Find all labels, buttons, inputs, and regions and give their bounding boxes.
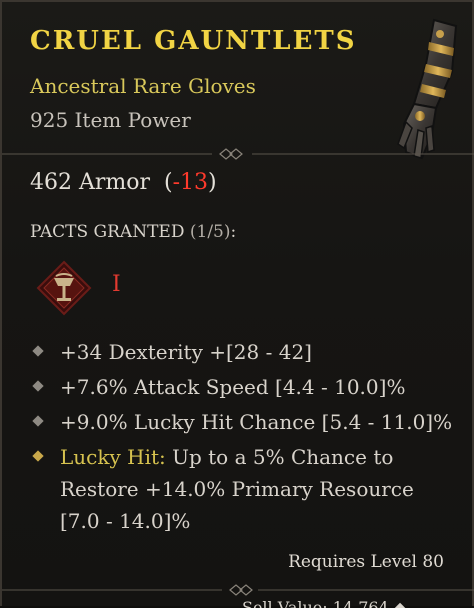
affix-list: +34 Dexterity +[28 - 42] +7.6% Attack Sp… (30, 336, 460, 540)
bottom-divider (2, 584, 474, 596)
affix-item: +9.0% Lucky Hit Chance [5.4 - 11.0]% (30, 406, 460, 438)
affix-text: +7.6% Attack Speed [4.4 - 10.0]% (60, 375, 406, 399)
diamond-bullet-icon (32, 345, 44, 357)
diamond-bullet-icon (32, 415, 44, 427)
armor-stat: 462 Armor (-13) (30, 170, 217, 195)
diamond-bullet-icon (32, 450, 44, 462)
item-name: CRUEL GAUNTLETS (30, 26, 357, 56)
diamond-bullet-icon (32, 380, 44, 392)
armor-value: 462 Armor (30, 170, 151, 195)
level-requirement: Requires Level 80 (288, 552, 444, 572)
armor-diff-open-paren: ( (157, 170, 173, 195)
affix-item: +7.6% Attack Speed [4.4 - 10.0]% (30, 371, 460, 403)
sell-value: Sell Value: 14,764 ◆ (242, 598, 407, 608)
item-power: 925 Item Power (30, 108, 191, 132)
pacts-count: (1/5) (189, 222, 231, 242)
top-divider (2, 148, 474, 160)
goblet-pact-icon (36, 260, 92, 316)
affix-item: +34 Dexterity +[28 - 42] (30, 336, 460, 368)
special-affix-line3: [7.0 - 14.0]% (60, 509, 191, 533)
gauntlet-icon (397, 18, 458, 160)
special-affix: Lucky Hit: Up to a 5% Chance to Restore … (30, 441, 460, 537)
pacts-label: PACTS GRANTED (30, 222, 185, 242)
special-affix-line1: Up to a 5% Chance to (165, 445, 394, 469)
special-affix-line2: Restore +14.0% Primary Resource (60, 477, 414, 501)
special-affix-prefix: Lucky Hit: (60, 445, 166, 469)
armor-diff: -13 (172, 170, 209, 195)
item-tooltip: CRUEL GAUNTLETS Ancestral Rare Gloves 92… (0, 0, 474, 608)
pacts-granted-label: PACTS GRANTED (1/5): (30, 222, 236, 242)
armor-diff-close-paren: ) (208, 170, 217, 195)
pacts-suffix: : (230, 222, 237, 242)
item-rarity-type: Ancestral Rare Gloves (30, 74, 256, 98)
affix-text: +9.0% Lucky Hit Chance [5.4 - 11.0]% (60, 410, 453, 434)
pact-numeral: I (112, 272, 121, 297)
affix-text: +34 Dexterity +[28 - 42] (60, 340, 312, 364)
